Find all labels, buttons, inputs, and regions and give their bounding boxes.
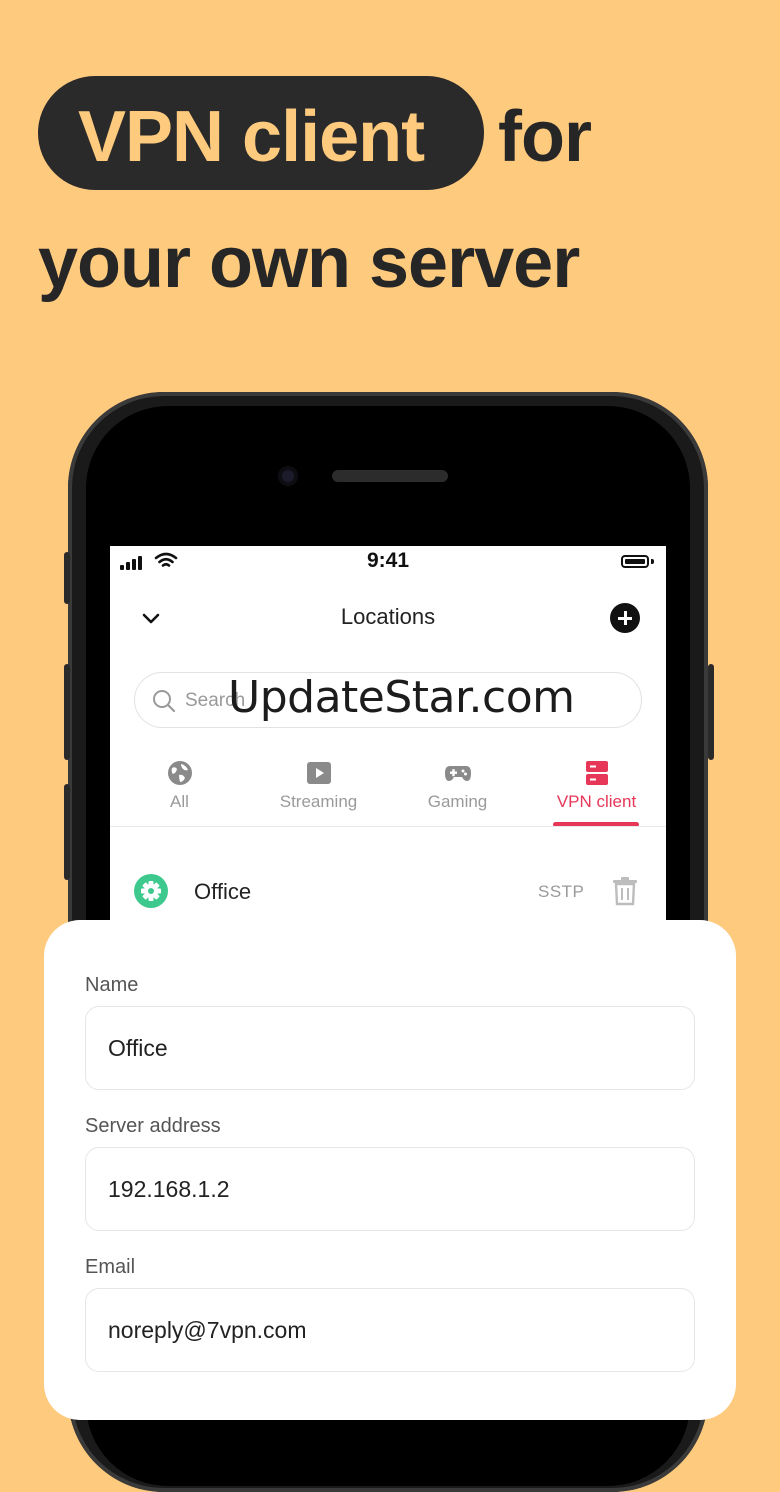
location-protocol: SSTP xyxy=(538,882,585,901)
location-row[interactable]: Office SSTP xyxy=(110,856,666,926)
gear-icon xyxy=(134,874,168,908)
phone-volume-down-button xyxy=(64,784,70,880)
server-address-field[interactable] xyxy=(85,1147,695,1231)
name-input[interactable] xyxy=(106,1007,670,1090)
phone-screen: 9:41 Locations All St xyxy=(110,546,666,926)
add-location-button[interactable] xyxy=(610,603,640,633)
headline-highlight-pill: VPN client xyxy=(38,76,484,190)
globe-icon xyxy=(168,761,192,785)
play-icon xyxy=(307,762,331,784)
name-field[interactable] xyxy=(85,1006,695,1090)
battery-icon xyxy=(621,555,649,568)
page-title: Locations xyxy=(340,604,436,629)
vpn-client-form: Name Server address Email xyxy=(44,920,736,1420)
tab-streaming-label: Streaming xyxy=(279,792,358,811)
status-time: 9:41 xyxy=(366,549,410,572)
category-tabs: All Streaming Gaming VPN client xyxy=(110,756,666,828)
tab-vpn-client-label: VPN client xyxy=(556,792,637,811)
watermark-text: UpdateStar.com xyxy=(228,672,575,723)
battery-tip xyxy=(651,559,654,564)
tab-all-label: All xyxy=(170,792,189,811)
tab-vpn-client[interactable]: VPN client xyxy=(527,756,666,828)
tab-gaming-label: Gaming xyxy=(427,792,488,811)
status-bar: 9:41 xyxy=(110,546,666,576)
gamepad-icon xyxy=(445,766,471,781)
search-icon xyxy=(153,690,176,713)
headline: VPN client for your own server xyxy=(0,0,780,330)
phone-power-button xyxy=(708,664,714,760)
headline-highlight: VPN client xyxy=(78,97,425,177)
phone-volume-up-button xyxy=(64,664,70,760)
location-name: Office xyxy=(194,879,252,904)
server-address-input[interactable] xyxy=(106,1148,670,1231)
tab-gaming[interactable]: Gaming xyxy=(388,756,527,828)
email-input[interactable] xyxy=(106,1289,670,1372)
headline-line2: your own server xyxy=(38,223,580,303)
email-field[interactable] xyxy=(85,1288,695,1372)
trash-icon[interactable] xyxy=(612,876,638,906)
tab-all[interactable]: All xyxy=(110,756,249,828)
tab-streaming[interactable]: Streaming xyxy=(249,756,388,828)
earpiece-speaker xyxy=(332,470,448,482)
phone-mute-switch xyxy=(64,552,70,604)
name-field-label: Name xyxy=(85,974,139,996)
server-icon xyxy=(586,761,608,785)
server-address-label: Server address xyxy=(85,1115,221,1137)
email-field-label: Email xyxy=(85,1256,136,1278)
tabs-divider xyxy=(110,826,666,827)
front-camera xyxy=(278,466,298,486)
headline-line1-rest: for xyxy=(498,97,592,177)
